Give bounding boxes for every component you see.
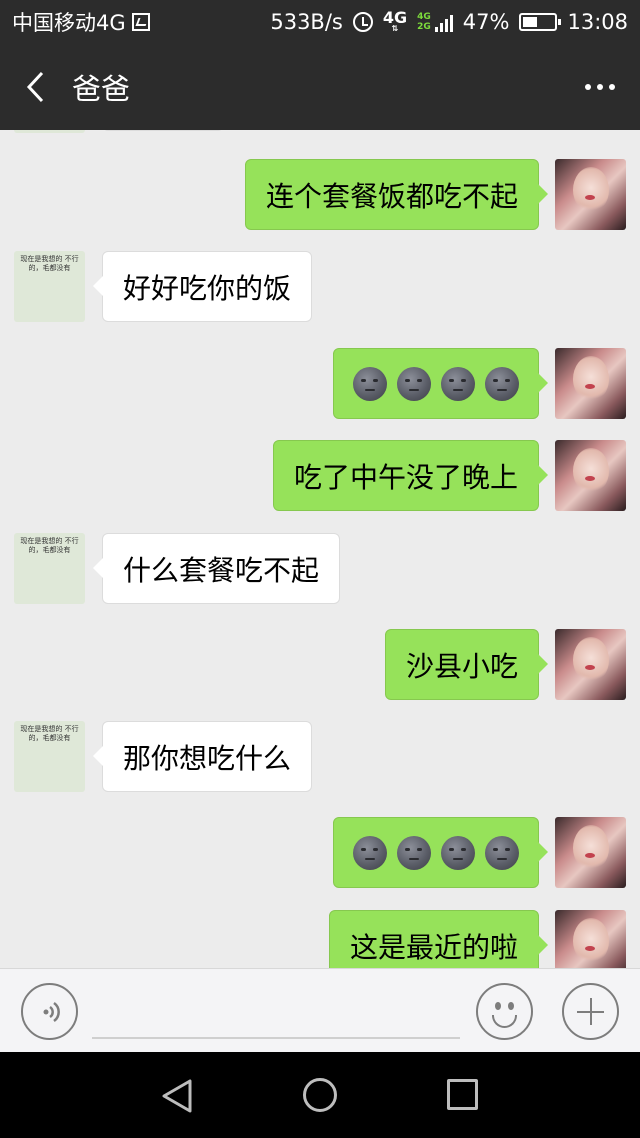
my-avatar[interactable] xyxy=(555,159,626,230)
dad-avatar[interactable]: 现在是我想的 不行的，毛都没有 xyxy=(14,251,85,322)
message-input[interactable] xyxy=(92,989,460,1039)
new-moon-face-icon xyxy=(441,835,475,870)
status-bar: 中国移动4G 533B/s 4G ⇅ 4G 2G 47% 13:08 xyxy=(0,0,640,44)
chat-header: 爸爸 xyxy=(0,44,640,130)
new-moon-face-icon xyxy=(353,835,387,870)
incoming-message-bubble[interactable]: 什么套餐吃不起 xyxy=(92,533,341,604)
gallery-notification-icon xyxy=(131,13,150,31)
outgoing-message-bubble[interactable]: 吃了中午没了晚上 xyxy=(272,440,549,511)
outgoing-emoji-bubble[interactable] xyxy=(333,348,548,419)
network-type-icon: 4G ⇅ xyxy=(382,8,408,33)
secondary-network-icon: 4G 2G xyxy=(417,12,431,32)
outgoing-message-bubble[interactable]: 连个套餐饭都吃不起 xyxy=(244,159,549,230)
system-nav-bar xyxy=(0,1052,640,1138)
more-dots-icon[interactable] xyxy=(560,44,640,130)
network-type-label: 4G xyxy=(382,8,408,27)
plus-icon[interactable] xyxy=(562,983,619,1040)
outgoing-message-bubble[interactable]: 沙县小吃 xyxy=(384,629,549,700)
incoming-message-bubble[interactable]: 好好吃你的饭 xyxy=(92,251,313,322)
dad-avatar[interactable]: 现在是我想的 不行的，毛都没有 xyxy=(14,721,85,792)
dad-avatar[interactable]: 现在是我想的 不行的，毛都没有 xyxy=(14,533,85,604)
new-moon-face-icon xyxy=(397,366,431,401)
nav-recent-apps-icon[interactable] xyxy=(447,1079,478,1110)
dad-avatar[interactable] xyxy=(14,130,85,133)
new-moon-face-icon xyxy=(353,366,387,401)
message-bubble-partial[interactable] xyxy=(102,130,224,131)
chat-title: 爸爸 xyxy=(72,72,131,106)
my-avatar[interactable] xyxy=(555,910,626,968)
chevron-left-icon[interactable] xyxy=(0,44,70,130)
outgoing-message-bubble[interactable]: 这是最近的啦 xyxy=(328,910,549,968)
message-list[interactable]: 连个套餐饭都吃不起 现在是我想的 不行的，毛都没有 好好吃你的饭 吃了中午没了晚… xyxy=(0,130,640,968)
new-moon-face-icon xyxy=(485,835,519,870)
my-avatar[interactable] xyxy=(555,629,626,700)
my-avatar[interactable] xyxy=(555,817,626,888)
new-moon-face-icon xyxy=(441,366,475,401)
input-bar xyxy=(0,968,640,1052)
avatar-caption: 现在是我想的 不行的，毛都没有 xyxy=(20,537,79,554)
smiley-icon[interactable] xyxy=(476,983,533,1040)
my-avatar[interactable] xyxy=(555,348,626,419)
alarm-icon xyxy=(352,12,373,32)
clock: 13:08 xyxy=(567,10,628,34)
new-moon-face-icon xyxy=(397,835,431,870)
new-moon-face-icon xyxy=(485,366,519,401)
avatar-caption: 现在是我想的 不行的，毛都没有 xyxy=(20,255,79,272)
incoming-message-bubble[interactable]: 那你想吃什么 xyxy=(92,721,313,792)
network-speed: 533B/s xyxy=(270,10,343,34)
secondary-network-label-2: 2G xyxy=(417,22,431,32)
avatar-caption: 现在是我想的 不行的，毛都没有 xyxy=(20,725,79,742)
voice-icon[interactable] xyxy=(21,983,78,1040)
nav-home-icon[interactable] xyxy=(303,1078,337,1112)
battery-icon xyxy=(519,13,562,31)
my-avatar[interactable] xyxy=(555,440,626,511)
secondary-network-label-1: 4G xyxy=(417,12,431,22)
battery-percent: 47% xyxy=(462,10,510,34)
carrier-label: 中国移动4G xyxy=(12,11,126,35)
outgoing-emoji-bubble[interactable] xyxy=(333,817,548,888)
nav-back-icon[interactable] xyxy=(160,1078,194,1114)
signal-icon xyxy=(434,12,453,32)
